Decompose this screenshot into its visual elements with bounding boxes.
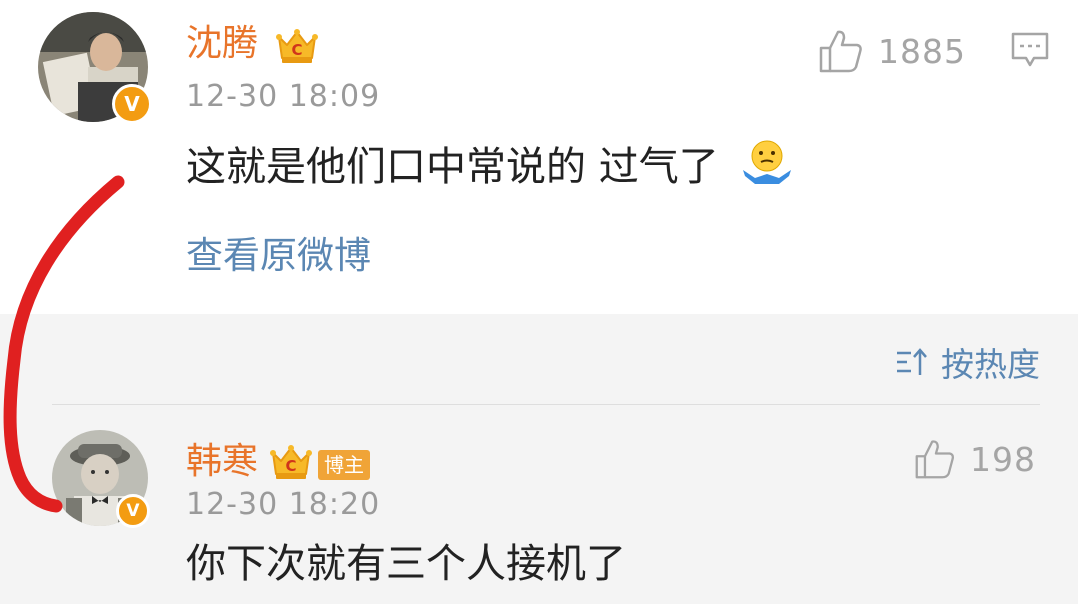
comment-like-count: 198 xyxy=(970,439,1036,479)
view-original-weibo-link[interactable]: 查看原微博 xyxy=(186,234,371,278)
verified-badge-icon: V xyxy=(116,494,150,528)
post-content: 这就是他们口中常说的 过气了 xyxy=(186,138,795,191)
divider xyxy=(52,404,1040,405)
avatar[interactable]: V xyxy=(52,430,150,528)
comment-like-button[interactable]: 198 xyxy=(914,438,1036,480)
verified-badge-icon: V xyxy=(112,84,152,124)
sort-icon xyxy=(897,348,927,375)
post-content-text: 这就是他们口中常说的 过气了 xyxy=(186,144,719,190)
post-like-button[interactable]: 1885 xyxy=(818,28,966,74)
crown-icon: C xyxy=(276,29,318,63)
sort-label: 按热度 xyxy=(941,345,1040,384)
avatar[interactable]: V xyxy=(38,12,152,124)
thumbs-up-icon xyxy=(915,440,955,479)
thumbs-up-icon xyxy=(819,30,862,73)
post-username[interactable]: 沈腾 xyxy=(186,24,258,64)
comment-icon[interactable] xyxy=(1010,30,1050,70)
shrug-emoji-icon xyxy=(743,140,792,184)
comment-content: 你下次就有三个人接机了 xyxy=(186,541,626,587)
blogger-badge: 博主 xyxy=(318,450,370,480)
svg-text:C: C xyxy=(291,41,302,59)
svg-text:C: C xyxy=(285,457,296,475)
comment-timestamp: 12-30 18:20 xyxy=(186,487,381,522)
comments-section: 按热度 V 韩寒 C 博主 12-30 18:20 你下次就有三个人接机了 19… xyxy=(0,314,1078,604)
post-like-count: 1885 xyxy=(878,31,966,71)
original-post: V 沈腾 C 12-30 18:09 这就是他们口中常说的 过气了 查看原微博 … xyxy=(0,0,1078,314)
crown-icon: C xyxy=(270,445,312,479)
sort-by-hot-button[interactable]: 按热度 xyxy=(895,338,1040,386)
comment-username[interactable]: 韩寒 xyxy=(186,442,258,482)
post-timestamp: 12-30 18:09 xyxy=(186,79,381,114)
